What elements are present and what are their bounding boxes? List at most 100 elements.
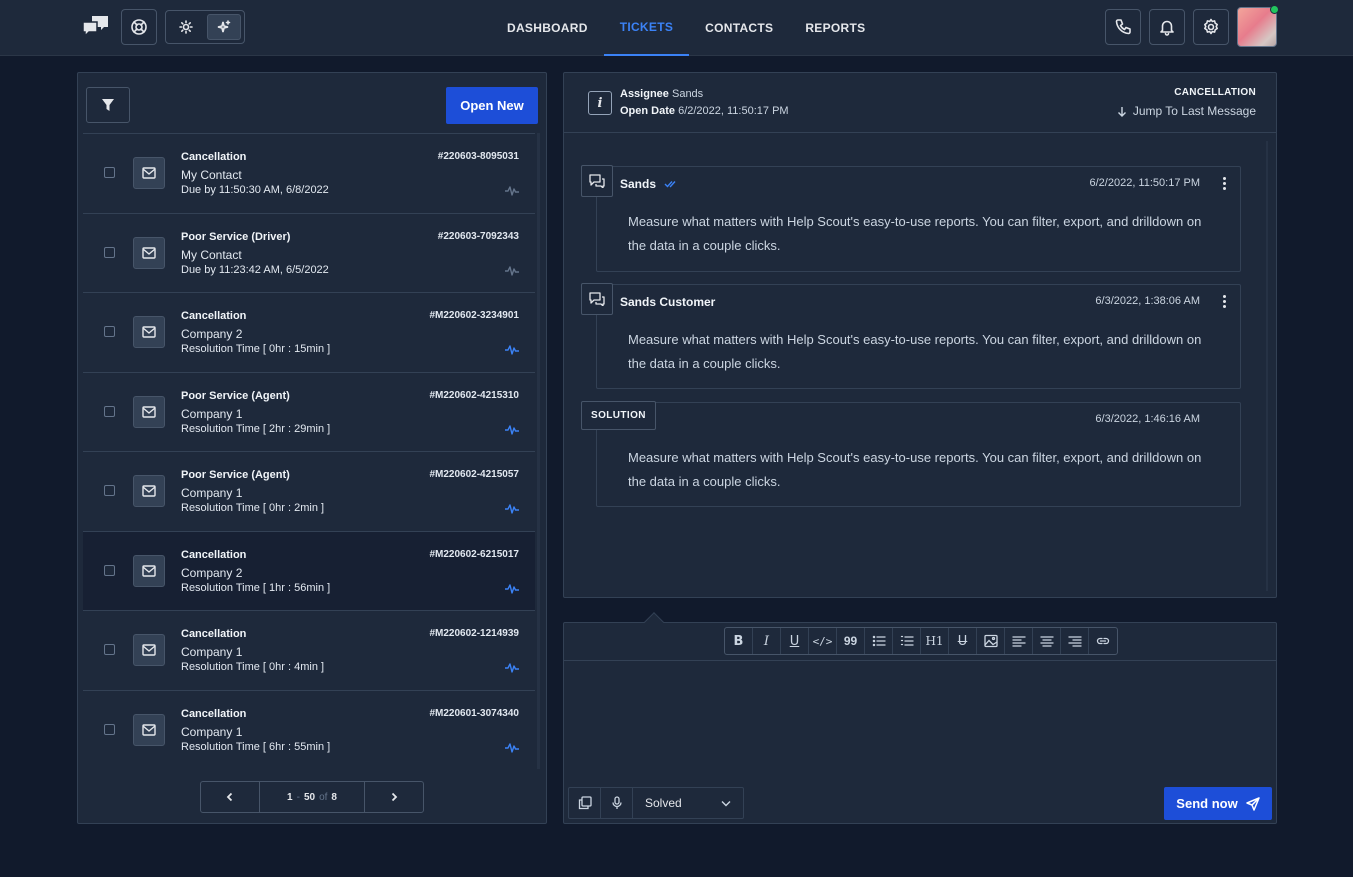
phone-button[interactable] (1105, 9, 1141, 45)
nav-tickets[interactable]: TICKETS (603, 0, 690, 56)
ticket-checkbox[interactable] (104, 564, 115, 576)
align-center-button[interactable] (1033, 628, 1061, 654)
image-button[interactable] (977, 628, 1005, 654)
ticket-list-scrollbar[interactable] (537, 133, 540, 769)
ticket-row[interactable]: Poor Service (Agent) Company 1 Resolution … (83, 373, 535, 452)
align-left-icon (1011, 636, 1026, 647)
ticket-checkbox[interactable] (104, 167, 115, 178)
ordered-list-button[interactable] (893, 628, 921, 654)
sun-icon (179, 20, 193, 34)
open-new-button[interactable]: Open New (446, 87, 538, 124)
auto-theme-button[interactable] (207, 14, 241, 40)
reply-editor: B I U </> 99 H1 U Solved Send now (563, 612, 1277, 824)
ticket-channel (133, 316, 165, 348)
ticket-meta: Resolution Time [ 0hr : 2min ] (181, 502, 325, 514)
phone-icon (1115, 19, 1131, 35)
mail-icon (142, 485, 156, 497)
ticket-checkbox[interactable] (104, 405, 115, 417)
ticket-title: Cancellation (181, 707, 247, 720)
chevron-down-icon (721, 800, 731, 806)
ticket-checkbox[interactable] (104, 723, 115, 735)
ticket-checkbox[interactable] (104, 326, 115, 337)
bullet-list-button[interactable] (865, 628, 893, 654)
activity-icon (505, 740, 519, 753)
voice-button[interactable] (601, 788, 633, 818)
mail-icon (142, 167, 156, 179)
message-type-badge (581, 165, 613, 197)
page-range-end: 50 (303, 791, 316, 803)
avatar[interactable] (1237, 5, 1279, 47)
lifebuoy-button[interactable] (121, 9, 157, 45)
sender-name: Sands Customer (620, 295, 716, 309)
quote-button[interactable]: 99 (837, 628, 865, 654)
chevron-right-icon (391, 792, 398, 802)
light-theme-button[interactable] (169, 14, 203, 40)
ticket-row[interactable]: Cancellation My Contact Due by 11:50:30 AM… (83, 134, 535, 214)
strikethrough-button[interactable]: U (949, 628, 977, 654)
align-right-button[interactable] (1061, 628, 1089, 654)
mail-icon (142, 405, 156, 418)
ticket-id: #220603-8095031 (437, 151, 519, 162)
ticket-contact: Company 1 (181, 486, 243, 500)
main-nav: DASHBOARD TICKETS CONTACTS REPORTS (491, 0, 881, 56)
template-button[interactable] (569, 788, 601, 818)
arrow-down-icon (1117, 106, 1126, 117)
prev-page-button[interactable] (201, 782, 259, 812)
nav-reports[interactable]: REPORTS (789, 0, 881, 56)
conversation-scrollbar[interactable] (1266, 141, 1268, 591)
bold-button[interactable]: B (725, 628, 753, 654)
page-of-label: of (319, 791, 328, 803)
notifications-button[interactable] (1149, 9, 1185, 45)
nav-contacts[interactable]: CONTACTS (689, 0, 789, 56)
code-button[interactable]: </> (809, 628, 837, 654)
copy-icon (578, 796, 592, 810)
online-status-dot (1270, 5, 1279, 14)
message-menu-icon[interactable] (1220, 293, 1228, 309)
ticket-title: Cancellation (181, 151, 247, 163)
ticket-title: Cancellation (181, 548, 247, 561)
ticket-checkbox[interactable] (104, 644, 115, 655)
page-range-sep: - (296, 791, 300, 803)
ticket-row[interactable]: Cancellation Company 2 Resolution Time [ 0… (83, 293, 535, 373)
heading-button[interactable]: H1 (921, 628, 949, 654)
ticket-row[interactable]: Poor Service (Agent) Company 1 Resolution … (83, 452, 535, 532)
filter-button[interactable] (86, 87, 130, 123)
ticket-checkbox[interactable] (104, 246, 115, 258)
editor-pointer (644, 612, 664, 632)
message-body: Measure what matters with Help Scout's e… (628, 450, 1202, 489)
info-icon[interactable]: i (588, 91, 612, 115)
ticket-row[interactable]: Cancellation Company 1 Resolution Time [ 0… (83, 611, 535, 691)
chat-logo-icon[interactable] (82, 14, 110, 38)
link-button[interactable] (1089, 628, 1117, 654)
italic-button[interactable]: I (753, 628, 781, 654)
conversation-header: i Assignee Sands Open Date 6/2/2022, 11:… (564, 73, 1276, 133)
ticket-channel (133, 475, 165, 507)
jump-to-last-message-link[interactable]: Jump To Last Message (1117, 104, 1256, 118)
microphone-icon (611, 796, 622, 809)
bell-icon (1160, 20, 1174, 36)
solution-badge: SOLUTION (581, 401, 656, 430)
send-button[interactable]: Send now (1164, 787, 1272, 820)
next-page-button[interactable] (365, 782, 423, 812)
message-textarea[interactable] (564, 661, 1276, 781)
ticket-id: #M220602-4215310 (429, 389, 519, 401)
message-time: 6/2/2022, 11:50:17 PM (1089, 177, 1201, 189)
ticket-channel (133, 157, 165, 189)
underline-button[interactable]: U (781, 628, 809, 654)
ticket-row[interactable]: Cancellation Company 2 Resolution Time [ 1… (83, 531, 535, 611)
activity-icon (505, 660, 519, 673)
ticket-id: #M220602-1214939 (429, 628, 519, 639)
status-select[interactable]: Solved (633, 788, 743, 818)
settings-button[interactable] (1193, 9, 1229, 45)
ticket-contact: Company 1 (181, 406, 243, 421)
nav-dashboard[interactable]: DASHBOARD (491, 0, 604, 56)
ticket-row[interactable]: Poor Service (Driver) My Contact Due by 11… (83, 214, 535, 293)
ticket-row[interactable]: Cancellation Company 1 Resolution Time [ 6… (83, 691, 535, 770)
page-info: 1 - 50 of 8 (259, 782, 365, 812)
ticket-meta: Due by 11:23:42 AM, 6/5/2022 (181, 263, 329, 276)
message-menu-icon[interactable] (1220, 175, 1228, 191)
ticket-checkbox[interactable] (104, 485, 115, 496)
align-left-button[interactable] (1005, 628, 1033, 654)
status-value: Solved (645, 796, 682, 810)
image-icon (983, 634, 998, 648)
